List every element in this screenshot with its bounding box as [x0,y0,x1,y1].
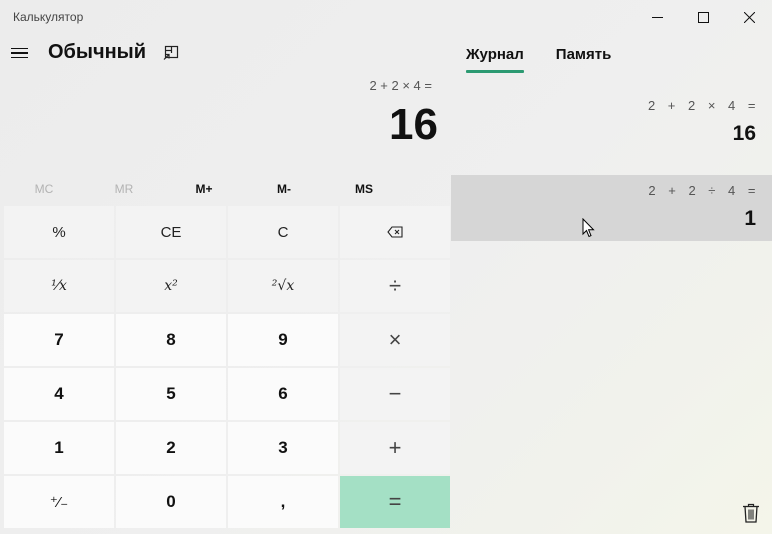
history-result: 16 [732,122,756,145]
digit-8-button[interactable]: 8 [116,314,226,366]
history-item[interactable]: 2 + 2 × 4 = 16 [451,90,772,150]
digit-6-button[interactable]: 6 [228,368,338,420]
memory-recall-button[interactable]: MR [84,175,164,203]
close-icon [743,11,755,23]
digit-2-button[interactable]: 2 [116,422,226,474]
panel-tabs: Журнал Память [466,46,611,73]
digit-4-button[interactable]: 4 [4,368,114,420]
memory-row: MC MR M+ M- MS [4,175,448,203]
backspace-button[interactable] [340,206,450,258]
result-display: 16 [389,100,438,149]
trash-icon [743,503,759,523]
history-expression: 2 + 2 × 4 = [647,98,756,113]
digit-7-button[interactable]: 7 [4,314,114,366]
history-expression: 2 + 2 ÷ 4 = [648,183,756,198]
current-expression: 2 + 2 × 4 = [369,78,432,93]
history-result: 1 [744,207,756,230]
memory-add-button[interactable]: M+ [164,175,244,203]
title-bar: Калькулятор [0,0,772,34]
square-root-button[interactable]: ²√x [228,260,338,312]
hamburger-menu-icon[interactable] [11,44,31,62]
plus-button[interactable]: + [340,422,450,474]
memory-store-button[interactable]: MS [324,175,404,203]
keypad: % CE C ¹⁄x x² ²√x ÷ 7 8 9 × 4 5 6 − 1 2 … [4,206,450,530]
minus-button[interactable]: − [340,368,450,420]
app-title: Калькулятор [13,10,84,24]
equals-button[interactable]: = [340,476,450,528]
negate-button[interactable]: ⁺⁄₋ [4,476,114,528]
close-button[interactable] [726,0,772,34]
memory-subtract-button[interactable]: M- [244,175,324,203]
mode-title: Обычный [48,41,147,63]
maximize-icon [697,11,709,23]
clear-button[interactable]: C [228,206,338,258]
maximize-button[interactable] [680,0,726,34]
mouse-cursor-icon [582,218,595,238]
digit-1-button[interactable]: 1 [4,422,114,474]
memory-clear-button[interactable]: MC [4,175,84,203]
tab-history[interactable]: Журнал [466,46,524,73]
minimize-icon [651,16,663,18]
multiply-button[interactable]: × [340,314,450,366]
minimize-button[interactable] [634,0,680,34]
backspace-icon [387,226,403,238]
reciprocal-button[interactable]: ¹⁄x [4,260,114,312]
calculator-window: Калькулятор Обычный Журнал Память 2 + 2 … [0,0,772,534]
digit-0-button[interactable]: 0 [116,476,226,528]
history-item-selected[interactable]: 2 + 2 ÷ 4 = 1 [451,175,772,241]
clear-history-button[interactable] [742,503,760,523]
clear-entry-button[interactable]: CE [116,206,226,258]
digit-5-button[interactable]: 5 [116,368,226,420]
square-button[interactable]: x² [116,260,226,312]
decimal-button[interactable]: , [228,476,338,528]
divide-button[interactable]: ÷ [340,260,450,312]
digit-3-button[interactable]: 3 [228,422,338,474]
keep-on-top-icon[interactable] [162,44,180,62]
tab-memory[interactable]: Память [556,46,612,73]
percent-button[interactable]: % [4,206,114,258]
digit-9-button[interactable]: 9 [228,314,338,366]
